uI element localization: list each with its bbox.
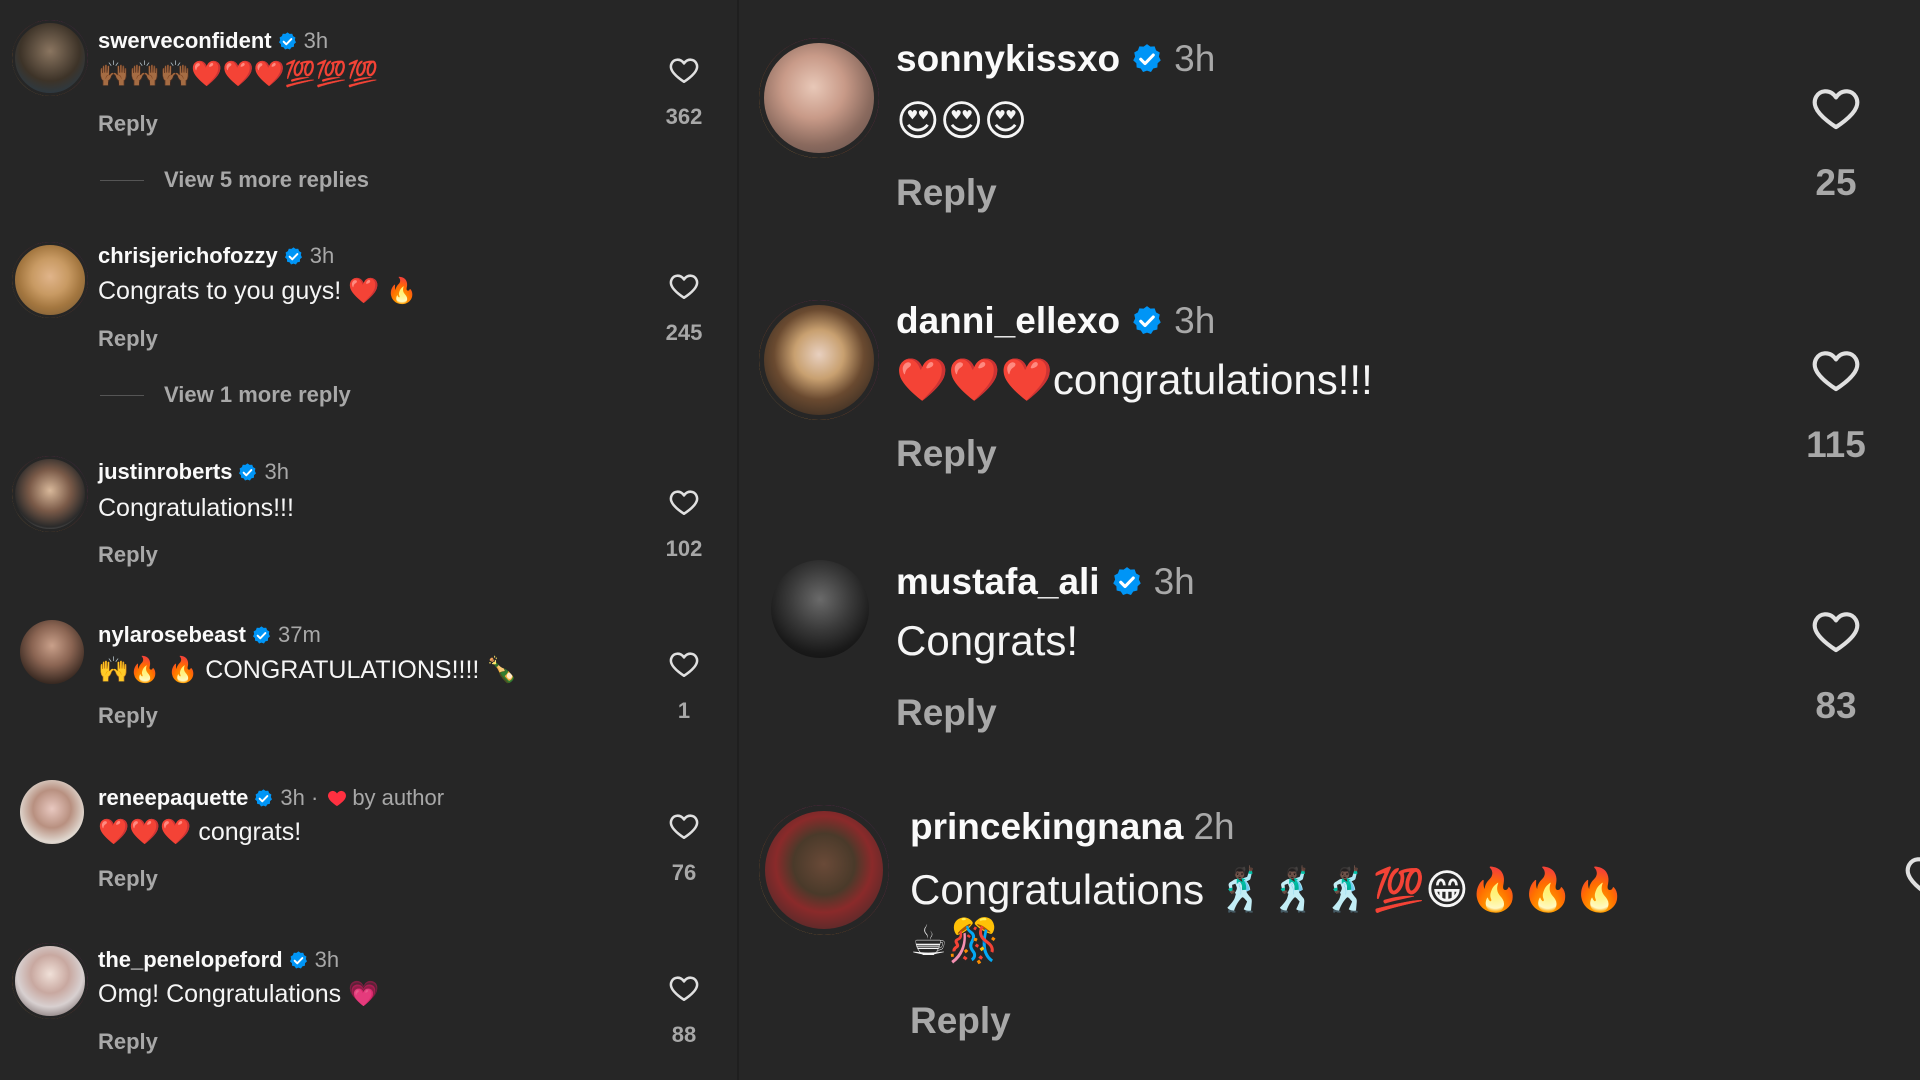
timestamp: 3h	[303, 28, 329, 53]
liked-by-author: by author	[326, 785, 444, 811]
view-more-replies-button[interactable]: View 1 more reply	[100, 382, 351, 408]
replies-divider-line	[100, 179, 144, 181]
username[interactable]: the_penelopeford	[98, 947, 283, 973]
like-count: 115	[1806, 424, 1866, 465]
replies-divider-line	[100, 394, 144, 396]
like-count: 362	[665, 104, 703, 129]
reply-button[interactable]: Reply	[896, 172, 997, 214]
like-count: 245	[665, 320, 703, 345]
comment-text: 😍😍😍	[896, 97, 1028, 144]
avatar[interactable]	[12, 943, 88, 1019]
reply-button[interactable]: Reply	[98, 326, 158, 352]
comment-text: ❤️❤️❤️ congrats!	[98, 818, 302, 846]
avatar[interactable]	[12, 456, 88, 532]
verified-badge-icon	[283, 246, 304, 267]
timestamp: 3h ·	[280, 785, 319, 810]
verified-badge-icon	[251, 625, 272, 646]
heart-outline-icon[interactable]	[668, 54, 700, 86]
avatar[interactable]	[12, 20, 88, 96]
view-more-replies-label: View 1 more reply	[164, 382, 351, 407]
timestamp: 3h	[309, 243, 335, 268]
comment-text: Congratulations 🕺🏿🕺🏿🕺🏿💯😁🔥🔥🔥	[910, 866, 1626, 913]
like-count: 83	[1815, 685, 1857, 726]
reply-button[interactable]: Reply	[98, 1029, 158, 1055]
reply-button[interactable]: Reply	[98, 542, 158, 568]
avatar[interactable]	[20, 780, 84, 844]
heart-filled-icon	[328, 790, 347, 807]
avatar[interactable]	[759, 805, 889, 935]
verified-badge-icon	[288, 950, 309, 971]
username[interactable]: princekingnana	[910, 806, 1183, 848]
timestamp: 3h	[1153, 561, 1195, 602]
timestamp: 3h	[1174, 38, 1216, 79]
username[interactable]: mustafa_ali	[896, 561, 1100, 603]
timestamp: 37m	[277, 622, 321, 647]
username[interactable]: danni_ellexo	[896, 300, 1120, 342]
verified-badge-icon	[253, 788, 274, 809]
heart-outline-icon[interactable]	[668, 648, 700, 680]
timestamp: 3h	[1174, 300, 1216, 341]
username[interactable]: reneepaquette	[98, 785, 248, 811]
comment-text: Congratulations!!!	[98, 494, 294, 522]
username[interactable]: justinroberts	[98, 459, 232, 485]
timestamp: 2h	[1193, 806, 1235, 847]
heart-outline-icon[interactable]	[668, 270, 700, 302]
avatar[interactable]	[20, 620, 84, 684]
verified-badge-icon	[1130, 42, 1164, 76]
heart-outline-icon[interactable]	[1810, 605, 1862, 657]
reply-button[interactable]: Reply	[98, 866, 158, 892]
comment-text: ❤️❤️❤️congratulations!!!	[896, 356, 1373, 403]
heart-outline-icon[interactable]	[1810, 344, 1862, 396]
avatar[interactable]	[759, 300, 879, 420]
username[interactable]: sonnykissxo	[896, 38, 1120, 80]
like-count: 76	[671, 860, 697, 885]
username[interactable]: nylarosebeast	[98, 622, 246, 648]
comment-text: Congrats!	[896, 617, 1079, 664]
heart-outline-icon[interactable]	[668, 972, 700, 1004]
comment-text: Omg! Congratulations 💗	[98, 980, 380, 1008]
avatar[interactable]	[12, 242, 88, 318]
like-count: 88	[671, 1022, 697, 1047]
like-count: 102	[665, 536, 703, 561]
avatar[interactable]	[759, 38, 879, 158]
heart-outline-icon[interactable]	[1810, 82, 1862, 134]
reply-button[interactable]: Reply	[98, 703, 158, 729]
comment-text: 🙌🏾🙌🏾🙌🏾❤️❤️❤️💯💯💯	[98, 60, 379, 88]
reply-button[interactable]: Reply	[910, 1000, 1011, 1042]
verified-badge-icon	[1130, 304, 1164, 338]
comment-text-continued: ☕🎊	[910, 917, 1000, 964]
timestamp: 3h	[264, 459, 289, 484]
comment-text: 🙌🔥 🔥 CONGRATULATIONS!!!! 🍾	[98, 656, 518, 684]
heart-outline-icon[interactable]	[668, 486, 700, 518]
reply-button[interactable]: Reply	[896, 433, 997, 475]
view-more-replies-label: View 5 more replies	[164, 167, 370, 192]
verified-badge-icon	[1110, 565, 1144, 599]
verified-badge-icon	[277, 31, 298, 52]
right-comments-panel: sonnykissxo 3h 😍😍😍 Reply 25 danni_ellexo…	[739, 0, 1920, 1080]
left-comments-panel: swerveconfident 3h 🙌🏾🙌🏾🙌🏾❤️❤️❤️💯💯💯 Reply…	[0, 0, 737, 1080]
reply-button[interactable]: Reply	[98, 111, 158, 137]
like-count: 25	[1815, 162, 1857, 203]
heart-outline-icon[interactable]	[668, 810, 700, 842]
avatar[interactable]	[771, 560, 869, 658]
like-count: 1	[677, 698, 691, 723]
comment-text: Congrats to you guys! ❤️ 🔥	[98, 277, 418, 305]
verified-badge-icon	[237, 462, 258, 483]
timestamp: 3h	[314, 947, 340, 972]
heart-outline-icon[interactable]	[1903, 850, 1920, 902]
by-author-label: by author	[352, 785, 445, 810]
view-more-replies-button[interactable]: View 5 more replies	[100, 167, 369, 193]
username[interactable]: swerveconfident	[98, 28, 272, 54]
username[interactable]: chrisjerichofozzy	[98, 243, 278, 269]
reply-button[interactable]: Reply	[896, 692, 997, 734]
